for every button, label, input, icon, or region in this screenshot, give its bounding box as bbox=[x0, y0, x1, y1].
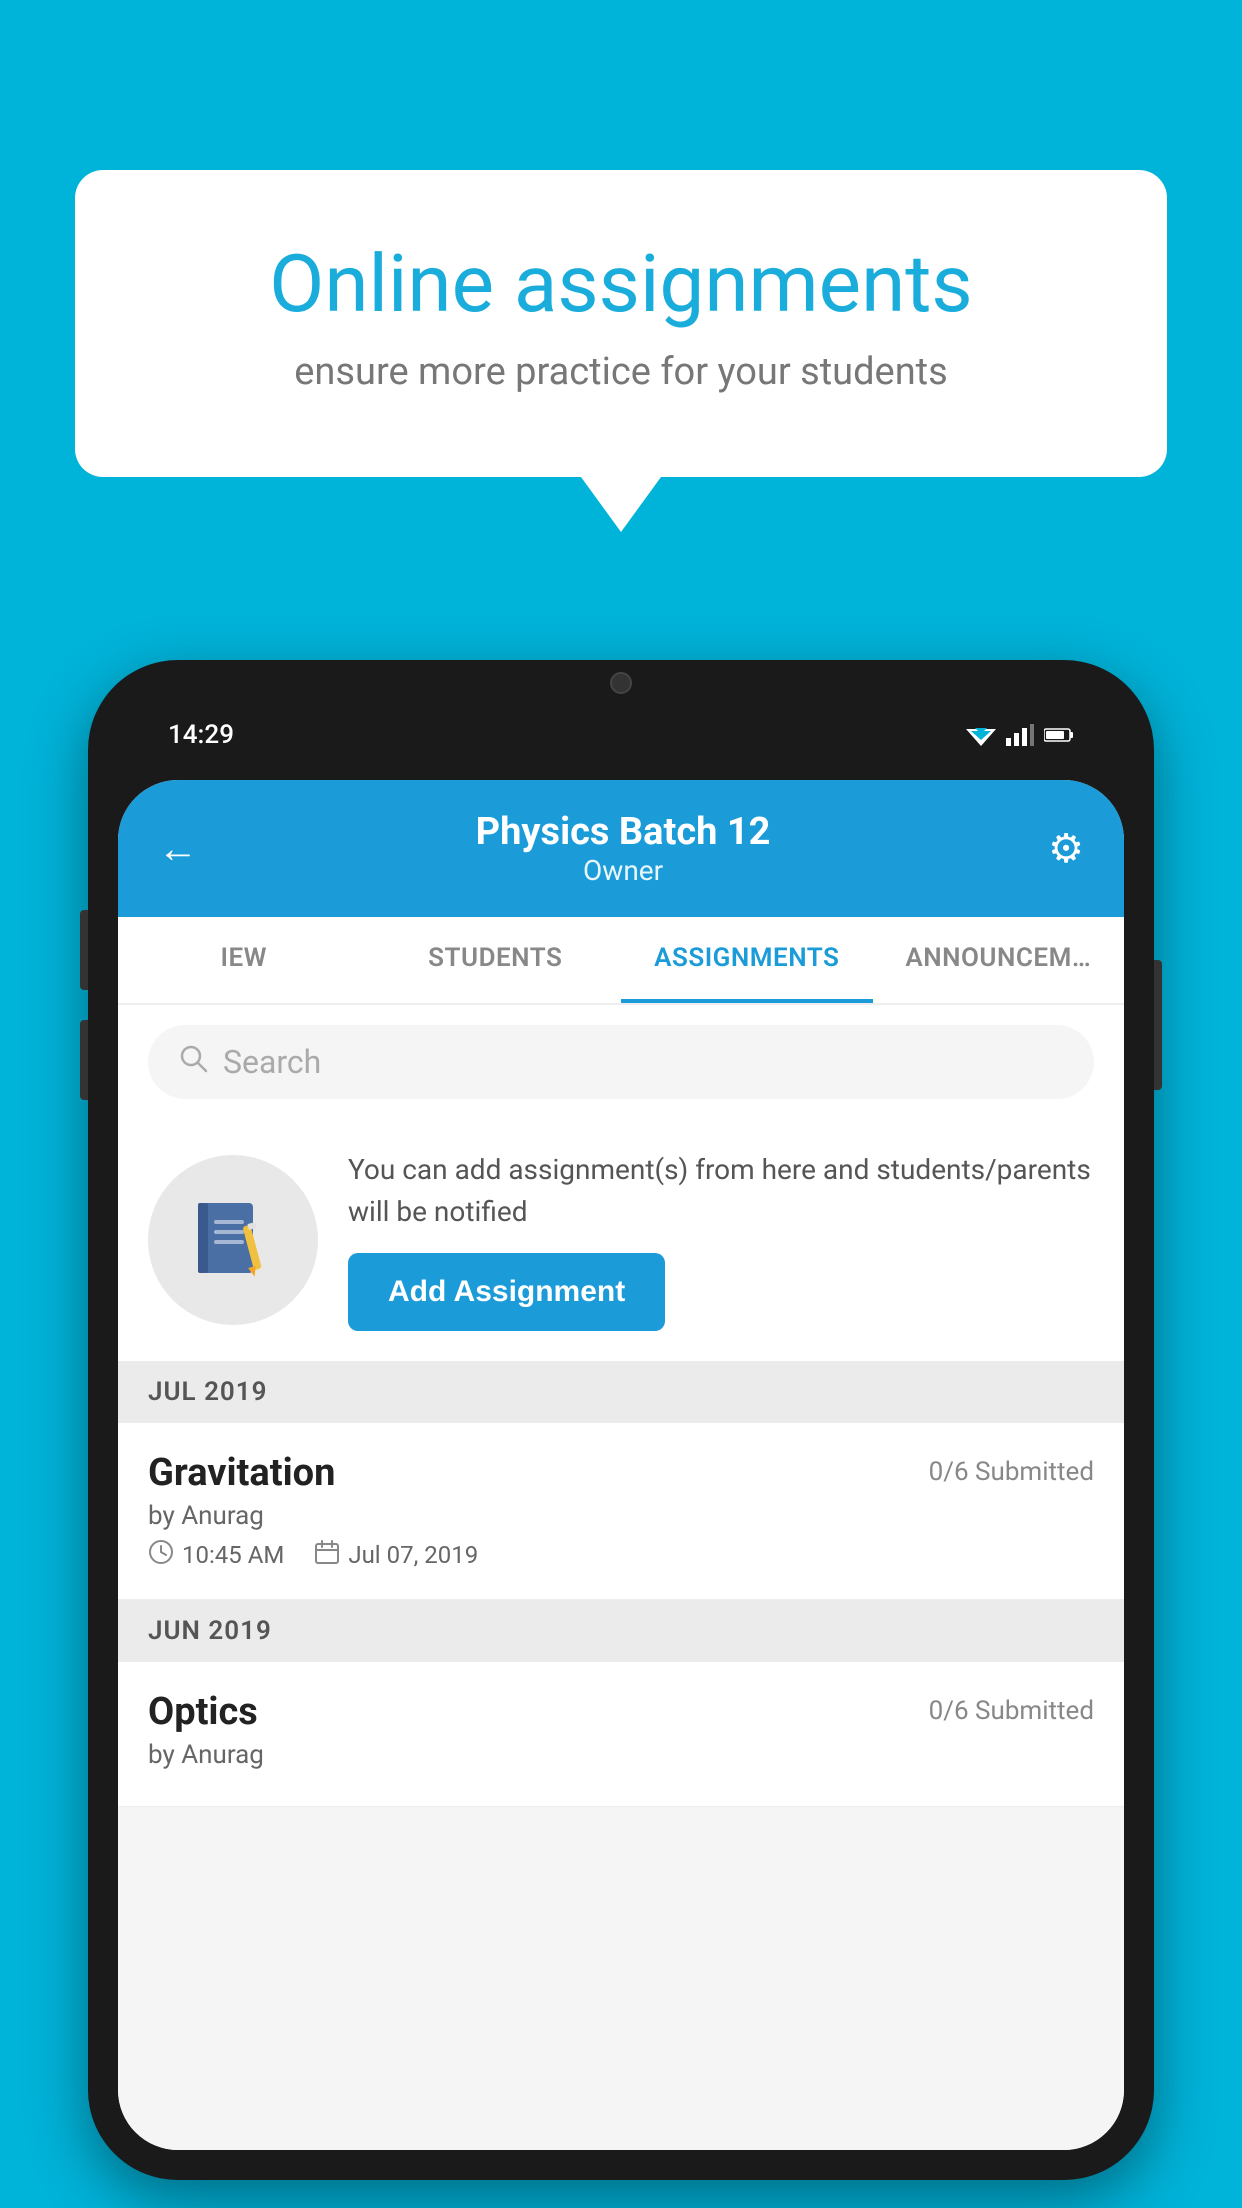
speech-bubble-subtitle: ensure more practice for your students bbox=[155, 348, 1087, 397]
gear-icon[interactable]: ⚙ bbox=[1048, 825, 1084, 872]
assignment-author-gravitation: by Anurag bbox=[148, 1501, 1094, 1531]
signal-icon bbox=[1006, 724, 1034, 746]
calendar-icon bbox=[314, 1539, 340, 1571]
battery-icon bbox=[1044, 727, 1074, 743]
speech-bubble-title: Online assignments bbox=[155, 240, 1087, 328]
search-placeholder-text: Search bbox=[223, 1043, 321, 1081]
assignment-top-optics: Optics 0/6 Submitted bbox=[148, 1690, 1094, 1734]
app-header: ← Physics Batch 12 Owner ⚙ bbox=[118, 780, 1124, 917]
assignment-submitted-gravitation: 0/6 Submitted bbox=[929, 1457, 1094, 1487]
notebook-icon-circle bbox=[148, 1155, 318, 1325]
assignment-title-gravitation: Gravitation bbox=[148, 1451, 335, 1495]
assignment-item-optics[interactable]: Optics 0/6 Submitted by Anurag bbox=[118, 1662, 1124, 1807]
header-title: Physics Batch 12 bbox=[198, 810, 1048, 854]
assignment-time-gravitation: 10:45 AM bbox=[148, 1539, 284, 1571]
speech-bubble: Online assignments ensure more practice … bbox=[75, 170, 1167, 477]
assignment-author-optics: by Anurag bbox=[148, 1740, 1094, 1770]
tab-iew[interactable]: IEW bbox=[118, 917, 370, 1003]
content-area: Search bbox=[118, 1005, 1124, 2150]
speech-bubble-pointer bbox=[581, 477, 661, 532]
phone-notch bbox=[561, 660, 681, 705]
assignment-top: Gravitation 0/6 Submitted bbox=[148, 1451, 1094, 1495]
notebook-icon bbox=[188, 1195, 278, 1285]
info-description: You can add assignment(s) from here and … bbox=[348, 1149, 1094, 1233]
phone-wrapper: 14:29 bbox=[88, 660, 1154, 2208]
search-bar[interactable]: Search bbox=[148, 1025, 1094, 1099]
back-button[interactable]: ← bbox=[158, 825, 198, 872]
tabs-bar: IEW STUDENTS ASSIGNMENTS ANNOUNCEM… bbox=[118, 917, 1124, 1005]
search-icon bbox=[178, 1043, 208, 1081]
phone-outer: 14:29 bbox=[88, 660, 1154, 2180]
phone-power-button bbox=[1154, 960, 1162, 1090]
info-card: You can add assignment(s) from here and … bbox=[118, 1119, 1124, 1361]
status-time: 14:29 bbox=[168, 720, 234, 750]
add-assignment-button[interactable]: Add Assignment bbox=[348, 1253, 665, 1331]
header-subtitle: Owner bbox=[198, 854, 1048, 887]
month-header-jul: JUL 2019 bbox=[118, 1361, 1124, 1423]
search-bar-wrapper: Search bbox=[118, 1005, 1124, 1119]
tab-announcements[interactable]: ANNOUNCEM… bbox=[873, 917, 1125, 1003]
phone-camera bbox=[610, 672, 632, 694]
tab-students[interactable]: STUDENTS bbox=[370, 917, 622, 1003]
month-header-jun: JUN 2019 bbox=[118, 1600, 1124, 1662]
assignment-title-optics: Optics bbox=[148, 1690, 258, 1734]
assignment-item-gravitation[interactable]: Gravitation 0/6 Submitted by Anurag bbox=[118, 1423, 1124, 1600]
tab-assignments[interactable]: ASSIGNMENTS bbox=[621, 917, 873, 1003]
wifi-icon bbox=[966, 724, 996, 746]
phone-volume-down-button bbox=[80, 1020, 88, 1100]
phone-volume-up-button bbox=[80, 910, 88, 990]
clock-icon bbox=[148, 1539, 174, 1571]
assignment-meta-gravitation: 10:45 AM Jul 07, 201 bbox=[148, 1539, 1094, 1571]
info-text: You can add assignment(s) from here and … bbox=[348, 1149, 1094, 1331]
phone-screen: ← Physics Batch 12 Owner ⚙ IEW STUDENTS … bbox=[118, 780, 1124, 2150]
speech-bubble-wrapper: Online assignments ensure more practice … bbox=[75, 170, 1167, 532]
status-icons bbox=[966, 724, 1074, 746]
assignment-date-gravitation: Jul 07, 2019 bbox=[314, 1539, 478, 1571]
header-center: Physics Batch 12 Owner bbox=[198, 810, 1048, 887]
assignment-submitted-optics: 0/6 Submitted bbox=[929, 1696, 1094, 1726]
